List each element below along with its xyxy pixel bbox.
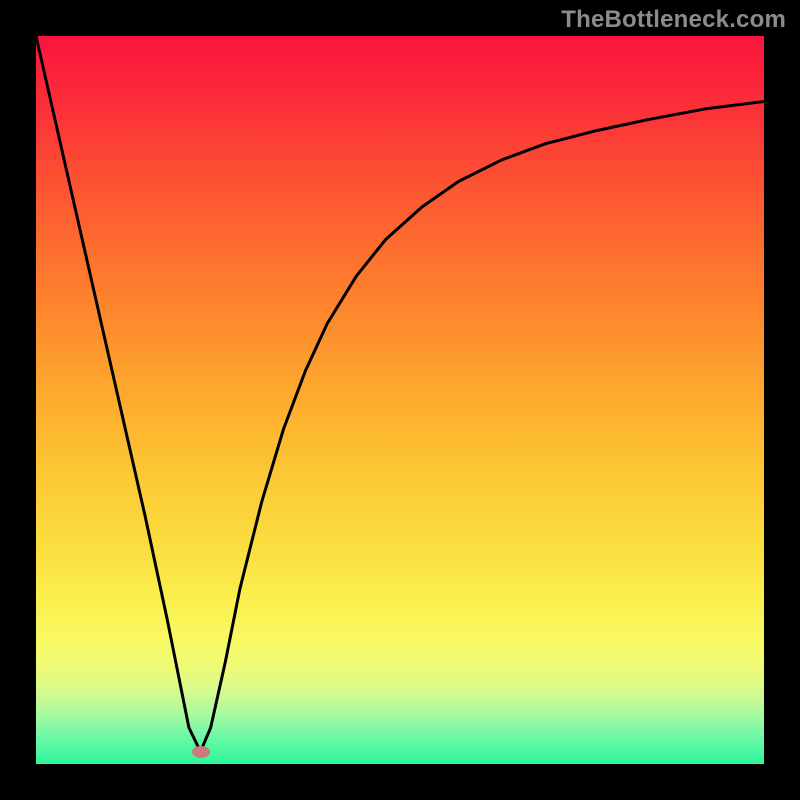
chart-frame: TheBottleneck.com bbox=[0, 0, 800, 800]
watermark-text: TheBottleneck.com bbox=[561, 6, 786, 34]
curve-layer bbox=[36, 36, 764, 764]
bottleneck-curve bbox=[36, 36, 764, 752]
minimum-marker bbox=[192, 746, 210, 758]
plot-area bbox=[36, 36, 764, 764]
